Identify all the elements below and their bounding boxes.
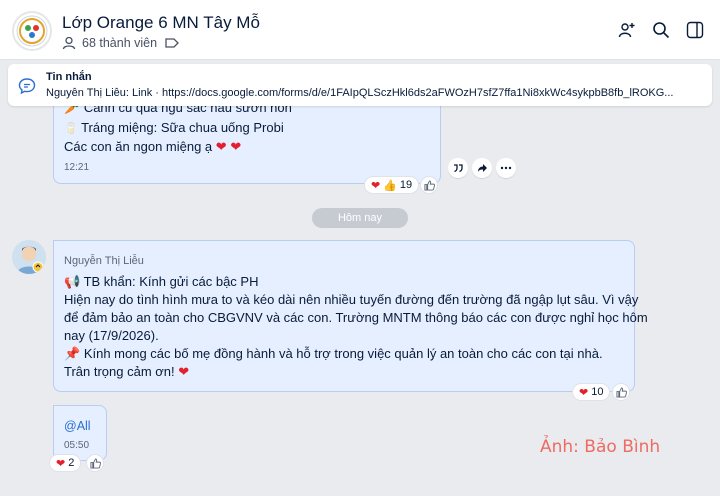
pinned-message-bar[interactable]: Tin nhắn Nguyễn Thị Liễu: Link · https:/… — [8, 64, 712, 106]
header-actions — [616, 19, 706, 41]
message-time: 05:50 — [64, 440, 90, 451]
like-icon — [615, 386, 627, 398]
message-line: Các con ăn ngon miệng ạ ❤ ❤ — [64, 139, 242, 154]
like-button[interactable] — [612, 383, 630, 401]
date-divider: Hôm nay — [312, 208, 408, 228]
heart-icon: ❤ — [230, 139, 242, 154]
reaction-summary[interactable]: ❤ 2 — [49, 454, 82, 472]
message-bubble-mention[interactable]: @All 05:50 — [53, 405, 107, 461]
heart-icon: ❤ — [579, 386, 589, 399]
pinned-preview: Nguyễn Thị Liễu: Link · https://docs.goo… — [46, 87, 674, 99]
message-line: 📢 TB khẩn: Kính gửi các bậc PH — [64, 274, 259, 289]
group-avatar[interactable] — [12, 11, 52, 51]
heart-icon: ❤ — [371, 179, 381, 192]
message-time: 12:21 — [64, 162, 90, 173]
like-icon — [423, 179, 435, 191]
chat-header: Lớp Orange 6 MN Tây Mỗ 68 thành viên — [0, 0, 720, 60]
reaction-count: 2 — [68, 457, 75, 469]
thumbs-up-icon: 👍 — [383, 179, 397, 192]
message-bubble-announcement[interactable]: Nguyễn Thị Liễu 📢 TB khẩn: Kính gửi các … — [53, 240, 648, 392]
quote-icon[interactable] — [448, 158, 468, 178]
mention-all[interactable]: @All — [64, 419, 91, 433]
like-icon — [89, 457, 101, 469]
message-line: để đảm bảo an toàn cho CBGVNV và các con… — [64, 310, 648, 325]
more-options-icon[interactable] — [496, 158, 516, 178]
reaction-summary[interactable]: ❤ 👍 19 — [364, 176, 420, 194]
pinned-label: Tin nhắn — [46, 71, 92, 83]
heart-icon: ❤ — [215, 139, 227, 154]
pin-icon: 📌 — [64, 346, 81, 361]
tag-icon[interactable] — [165, 37, 179, 49]
megaphone-icon: 📢 — [64, 274, 81, 289]
member-count-text: 68 thành viên — [82, 36, 158, 50]
message-bubble-menu[interactable]: 🥕 Canh củ quả ngũ sắc nấu sườn non 🥛 Trá… — [53, 96, 441, 184]
like-button[interactable] — [86, 454, 104, 472]
message-line: 📌 Kính mong các bố mẹ đồng hành và hỗ tr… — [64, 346, 603, 361]
sender-avatar[interactable] — [12, 240, 46, 274]
heart-icon: ❤ — [56, 457, 66, 470]
cup-icon: 🥛 — [64, 123, 78, 135]
add-member-icon[interactable] — [616, 19, 638, 41]
photo-credit-watermark: Ảnh: Bảo Bình — [540, 437, 661, 457]
message-line: nay (17/9/2026). — [64, 328, 159, 343]
reaction-count: 19 — [399, 179, 413, 191]
message-line: 🥛 Tráng miệng: Sữa chua uống Probi — [64, 120, 284, 135]
members-icon — [62, 36, 76, 50]
group-title[interactable]: Lớp Orange 6 MN Tây Mỗ — [62, 13, 260, 33]
message-line: Trân trọng cảm ơn! ❤ — [64, 364, 190, 379]
forward-icon[interactable] — [472, 158, 492, 178]
sender-name: Nguyễn Thị Liễu — [64, 255, 144, 267]
chat-window: Lớp Orange 6 MN Tây Mỗ 68 thành viên 🥕 C… — [0, 0, 720, 496]
heart-icon: ❤ — [178, 364, 190, 379]
chat-bubble-icon — [18, 78, 36, 95]
like-button[interactable] — [420, 176, 438, 194]
search-icon[interactable] — [650, 19, 672, 41]
member-count[interactable]: 68 thành viên — [62, 36, 179, 50]
reaction-count: 10 — [591, 386, 604, 398]
message-line: Hiện nay do tình hình mưa to và kéo dài … — [64, 292, 639, 307]
message-actions — [448, 158, 516, 178]
reaction-summary[interactable]: ❤ 10 — [572, 383, 611, 401]
sidebar-toggle-icon[interactable] — [684, 19, 706, 41]
